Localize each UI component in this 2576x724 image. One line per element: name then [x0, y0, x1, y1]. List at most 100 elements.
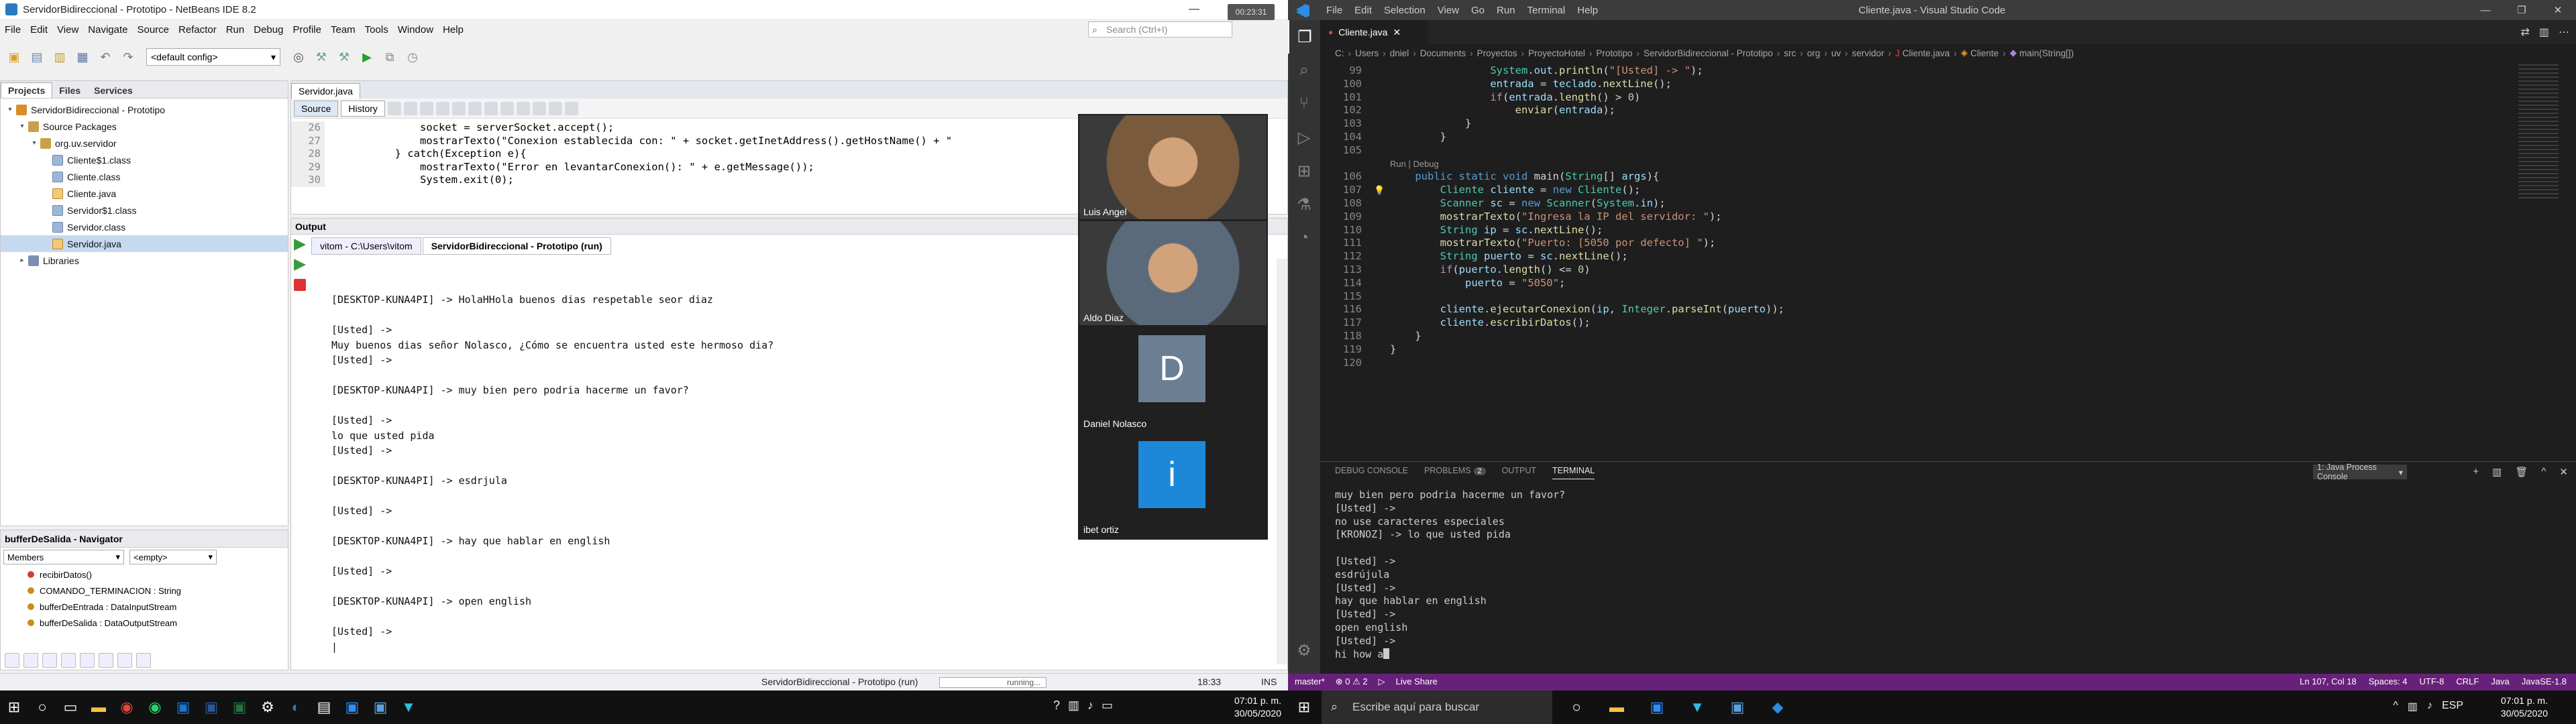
source-control-icon[interactable]: ⑂ [1288, 87, 1320, 121]
file-explorer-icon[interactable]: ▬ [1597, 690, 1637, 724]
status-item[interactable]: Ln 107, Col 18 [2300, 676, 2357, 686]
new-terminal-icon[interactable]: + [2473, 466, 2479, 478]
explorer-icon[interactable]: ❐ [1288, 20, 1320, 54]
taskbar-search[interactable]: ⌕ Escribe aquí para buscar [1322, 690, 1552, 724]
code-line[interactable]: 120 [1320, 357, 2521, 370]
tree-item[interactable]: ▾ Source Packages [1, 118, 288, 135]
navigator-member[interactable]: COMANDO_TERMINACION : String [28, 583, 288, 599]
task-view-icon[interactable]: ▭ [56, 690, 85, 724]
code-line[interactable]: 113 if(puerto.length() <= 0) [1320, 263, 2521, 277]
netbeans-taskbar-icon[interactable]: ▣ [366, 690, 394, 724]
code-line[interactable]: 112 String puerto = sc.nextLine(); [1320, 250, 2521, 263]
status-item[interactable]: UTF-8 [2420, 676, 2445, 686]
status-item[interactable]: Spaces: 4 [2369, 676, 2408, 686]
participant-tile[interactable]: Luis Angel [1079, 115, 1267, 219]
filter-button[interactable] [23, 653, 38, 668]
menu-item-navigate[interactable]: Navigate [83, 24, 132, 36]
code-line[interactable]: 106 public static void main(String[] arg… [1320, 170, 2521, 184]
panel-tab-debug-console[interactable]: DEBUG CONSOLE [1335, 466, 1408, 479]
navigator-member[interactable]: bufferDeEntrada : DataInputStream [28, 599, 288, 615]
minimize-button[interactable]: — [2467, 0, 2504, 20]
status-item[interactable]: CRLF [2456, 676, 2479, 686]
code-line[interactable]: 114 puerto = "5050"; [1320, 277, 2521, 290]
maximize-panel-icon[interactable]: ^ [2541, 466, 2546, 478]
menu-item-selection[interactable]: Selection [1378, 5, 1432, 16]
netbeans-code[interactable]: 26 socket = serverSocket.accept(); 27 mos… [291, 121, 1069, 187]
code-line[interactable]: 116 cliente.ejecutarConexion(ip, Integer… [1320, 303, 2521, 316]
menu-item-run[interactable]: Run [1491, 5, 1521, 16]
zoom-icon[interactable]: ▣ [338, 690, 366, 724]
code-line[interactable]: 108 Scanner sc = new Scanner(System.in); [1320, 197, 2521, 210]
menu-item-view[interactable]: View [1432, 5, 1465, 16]
netbeans-search-input[interactable]: ⌕ Search (Ctrl+I) [1088, 21, 1232, 38]
breadcrumb-item[interactable]: src [1784, 48, 1796, 58]
status-item[interactable]: ⊗ 0 ⚠ 2 [1336, 676, 1368, 687]
rerun-icon[interactable] [294, 239, 306, 251]
editor-tool-icon[interactable] [500, 101, 514, 115]
tree-toggle-icon[interactable]: ▾ [18, 123, 26, 130]
battery-icon[interactable]: ▭ [1102, 699, 1113, 713]
build-icon[interactable]: ⚒ [311, 47, 331, 67]
volume-icon[interactable]: ♪ [2427, 700, 2432, 713]
codelens[interactable]: Run | Debug [1320, 158, 2521, 171]
run-debug-icon[interactable]: ▷ [1288, 121, 1320, 154]
navigator-member[interactable]: bufferDeSalida : DataOutputStream [28, 615, 288, 631]
minimap[interactable] [2518, 64, 2559, 198]
code-line[interactable]: 115 [1320, 290, 2521, 304]
run-debug-codelens[interactable]: Run | Debug [1390, 159, 1439, 169]
menu-item-help[interactable]: Help [438, 24, 468, 36]
menu-item-window[interactable]: Window [393, 24, 438, 36]
participant-tile[interactable]: D Daniel Nolasco [1079, 327, 1267, 431]
status-item[interactable]: JavaSE-1.8 [2522, 676, 2567, 686]
code-line[interactable]: 111 mostrarTexto("Puerto: [5050 por defe… [1320, 237, 2521, 250]
editor-tool-icon[interactable] [468, 101, 482, 115]
terminal-output[interactable]: muy bien pero podria hacerme un favor? [U… [1335, 489, 1565, 661]
breadcrumb-item[interactable]: org [1807, 48, 1821, 58]
tab-cliente-java[interactable]: ● Cliente.java ✕ [1320, 20, 1428, 44]
editor-tab-servidor[interactable]: Servidor.java [291, 83, 360, 99]
split-editor-icon[interactable]: ▥ [2539, 25, 2549, 39]
console-icon[interactable]: ▤ [310, 690, 338, 724]
code-line[interactable]: 27 mostrarTexto("Conexion establecida co… [291, 134, 1069, 147]
breadcrumb-item[interactable]: Prototipo [1596, 48, 1632, 58]
windows-start-icon[interactable]: ⊞ [1288, 690, 1320, 724]
breadcrumb-item[interactable]: Documents [1420, 48, 1466, 58]
code-line[interactable]: 105 [1320, 144, 2521, 158]
code-line[interactable]: 118 } [1320, 330, 2521, 343]
editor-tool-icon[interactable] [451, 101, 466, 115]
output-tab[interactable]: ServidorBidireccional - Prototipo (run) [422, 237, 611, 255]
breadcrumb-item[interactable]: Users [1355, 48, 1379, 58]
status-item[interactable]: Live Share [1396, 676, 1438, 687]
breadcrumb-item[interactable]: ProyectoHotel [1528, 48, 1585, 58]
editor-tool-icon[interactable] [516, 101, 530, 115]
chevron-up-icon[interactable]: ^ [2393, 700, 2398, 713]
status-item[interactable]: master* [1295, 676, 1325, 687]
status-item[interactable]: Java [2491, 676, 2509, 686]
tree-item[interactable]: ▾ org.uv.servidor [1, 135, 288, 152]
output-scrollbar[interactable] [1277, 259, 1287, 664]
tree-item[interactable]: Servidor.java [1, 235, 288, 252]
more-actions-icon[interactable]: ⋯ [2559, 25, 2569, 39]
zoom-icon[interactable]: ▣ [1637, 690, 1677, 724]
test-icon[interactable]: ⚗ [1288, 188, 1320, 221]
minimize-button[interactable]: — [1175, 0, 1213, 19]
tree-item[interactable]: Servidor.class [1, 219, 288, 235]
panel-tab-output[interactable]: OUTPUT [1502, 466, 1536, 479]
menu-item-refactor[interactable]: Refactor [174, 24, 221, 36]
tab-projects[interactable]: Projects [1, 82, 53, 98]
close-button[interactable]: ✕ [2540, 0, 2576, 20]
source-tab[interactable]: Source [294, 100, 339, 117]
breadcrumb-item[interactable]: main(String[]) [2019, 48, 2074, 58]
menu-item-edit[interactable]: Edit [1348, 5, 1378, 16]
maximize-button[interactable]: ❐ [2504, 0, 2540, 20]
open-project-icon[interactable]: ▥ [50, 47, 70, 67]
filter-button[interactable] [99, 653, 113, 668]
code-line[interactable]: 117 cliente.escribirDatos(); [1320, 316, 2521, 330]
menu-item-file[interactable]: File [1320, 5, 1348, 16]
editor-tool-icon[interactable] [403, 101, 417, 115]
tree-item[interactable]: ▾ ServidorBidireccional - Prototipo [1, 101, 288, 118]
new-project-icon[interactable]: ▣ [4, 47, 24, 67]
tree-item[interactable]: Cliente.java [1, 185, 288, 202]
network-icon[interactable]: ▥ [2408, 700, 2418, 713]
tree-item[interactable]: Cliente.class [1, 168, 288, 185]
